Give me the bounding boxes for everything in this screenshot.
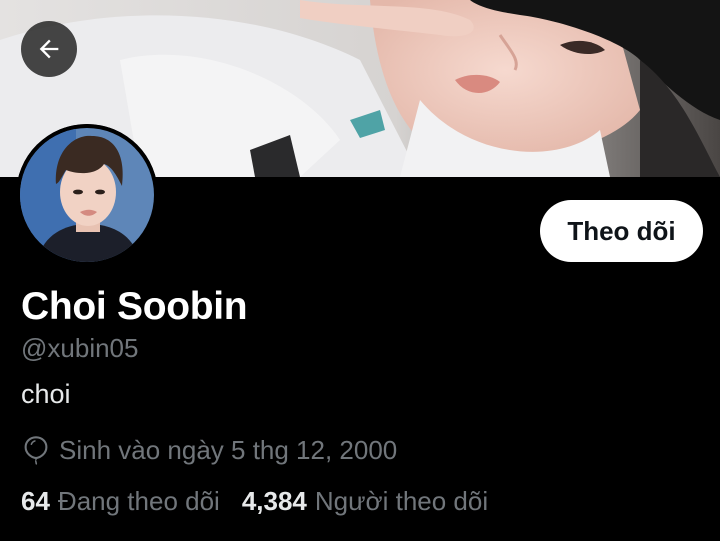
user-handle: @xubin05 [21, 333, 139, 363]
avatar-photo [16, 124, 158, 266]
balloon-icon [21, 435, 51, 465]
avatar[interactable] [16, 124, 158, 266]
following-label: Đang theo dõi [57, 485, 220, 516]
following-count: 64 [21, 485, 50, 516]
followers-label: Người theo dõi [314, 485, 489, 516]
back-button[interactable] [21, 21, 77, 77]
following-stat[interactable]: 64 Đang theo dõi [21, 486, 220, 517]
bio: choi [21, 379, 71, 409]
follow-button[interactable]: Theo dõi [540, 200, 703, 262]
followers-stat[interactable]: 4,384 Người theo dõi [242, 486, 488, 517]
birthday-text: Sinh vào ngày 5 thg 12, 2000 [59, 434, 398, 465]
display-name: Choi Soobin [21, 285, 248, 328]
arrow-left-icon [39, 39, 59, 59]
followers-count: 4,384 [241, 485, 307, 516]
birthday-row: Sinh vào ngày 5 thg 12, 2000 [21, 433, 397, 467]
stats-row: 64 Đang theo dõi 4,384 Người theo dõi [21, 484, 510, 518]
